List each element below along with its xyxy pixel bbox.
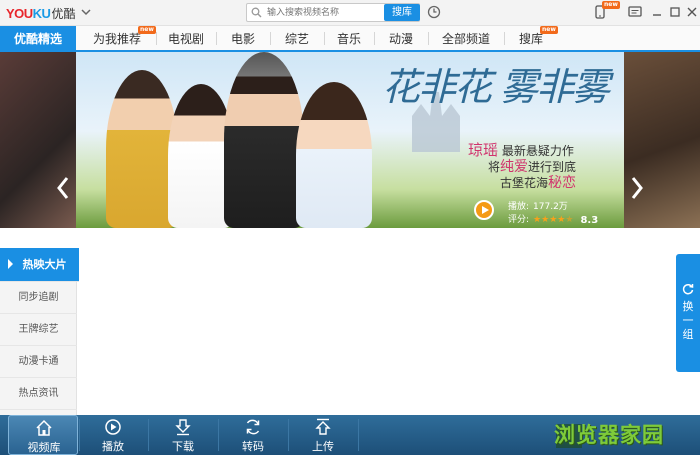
rating-label: 评分:	[508, 215, 530, 225]
minimize-icon[interactable]	[649, 4, 665, 20]
tab-movie[interactable]: 电影	[220, 26, 266, 50]
next-arrow-icon[interactable]	[630, 176, 644, 200]
sidebar-item-news[interactable]: 热点资讯	[0, 378, 77, 410]
rating-value: 8.3	[580, 215, 599, 226]
home-icon	[36, 419, 52, 436]
history-clock-icon[interactable]	[427, 5, 441, 19]
menu-dropdown-icon[interactable]	[80, 6, 92, 18]
search-button[interactable]: 搜库	[384, 4, 420, 21]
title-bar: YOUKU优酷 搜库 new	[0, 0, 700, 26]
sidebar-item-variety[interactable]: 王牌综艺	[0, 314, 77, 346]
toolbar-play-button[interactable]: 播放	[78, 415, 148, 455]
new-badge: new	[138, 26, 156, 34]
tab-anime[interactable]: 动漫	[378, 26, 424, 50]
tab-divider	[270, 32, 271, 45]
tab-divider	[374, 32, 375, 45]
caption-text: 将	[488, 160, 501, 174]
maximize-icon[interactable]	[667, 4, 683, 20]
logo-you-text: YOU	[6, 5, 33, 21]
swap-group-label: 换一组	[682, 300, 694, 341]
star-icon: ★	[541, 215, 550, 225]
rating-stars: ★★★★★	[533, 214, 573, 227]
logo-ku-text: KU	[32, 5, 51, 21]
toolbar-download-button[interactable]: 下载	[148, 415, 218, 455]
toolbar-divider	[358, 419, 359, 451]
close-icon[interactable]	[684, 4, 700, 20]
toolbar-label: 下载	[172, 440, 194, 453]
toolbar-label: 播放	[102, 440, 124, 453]
star-icon: ★	[565, 215, 574, 225]
tab-variety[interactable]: 综艺	[274, 26, 320, 50]
toolbar-upload-button[interactable]: 上传	[288, 415, 358, 455]
plays-value: 177.2万	[533, 202, 568, 212]
star-icon: ★	[533, 215, 542, 225]
search-input[interactable]	[267, 5, 379, 20]
play-button[interactable]	[474, 200, 494, 220]
tab-all-channels[interactable]: 全部频道	[432, 26, 500, 50]
new-badge: new	[540, 26, 558, 34]
actor-figure	[224, 52, 304, 228]
tab-divider	[428, 32, 429, 45]
upload-icon	[315, 418, 331, 435]
plays-label: 播放:	[508, 202, 530, 212]
play-icon	[105, 419, 121, 435]
youku-logo[interactable]: YOU KU 优酷	[6, 4, 75, 22]
new-badge: new	[602, 1, 620, 9]
tab-tv[interactable]: 电视剧	[160, 26, 212, 50]
tab-divider	[216, 32, 217, 45]
tab-music[interactable]: 音乐	[328, 26, 370, 50]
caption-text: 古堡花海	[500, 176, 549, 190]
refresh-icon	[682, 283, 694, 295]
toolbar-label: 上传	[312, 440, 334, 453]
category-tabs: 优酷精选 为我推荐 new 电视剧 电影 综艺 音乐 动漫 全部频道 搜库 ne…	[0, 26, 700, 52]
toolbar-label: 转码	[242, 440, 264, 453]
download-icon	[175, 419, 191, 436]
tab-featured[interactable]: 优酷精选	[0, 26, 76, 50]
convert-icon	[246, 419, 260, 435]
tab-divider	[156, 32, 157, 45]
toolbar-label: 视频库	[27, 441, 61, 454]
sidebar-item-anime[interactable]: 动漫卡通	[0, 346, 77, 378]
sidebar-item-drama[interactable]: 同步追剧	[0, 282, 77, 314]
logo-cn-text: 优酷	[51, 6, 76, 21]
prev-arrow-icon[interactable]	[56, 176, 70, 200]
actress-figure	[296, 82, 372, 228]
swap-group-button[interactable]: 换一组	[676, 254, 700, 372]
tab-divider	[504, 32, 505, 45]
sidebar: 热映大片 同步追剧 王牌综艺 动漫卡通 热点资讯	[0, 248, 79, 415]
next-banner-preview[interactable]	[624, 52, 700, 228]
star-icon: ★	[549, 215, 558, 225]
video-stats: 播放: 177.2万 评分: ★★★★★ 8.3	[508, 201, 598, 227]
toolbar-convert-button[interactable]: 转码	[218, 415, 288, 455]
star-icon: ★	[557, 215, 566, 225]
caption-accent: 秘恋	[548, 175, 577, 191]
prev-banner-preview[interactable]	[0, 52, 76, 228]
watermark: 浏览器家园	[554, 423, 664, 447]
toolbar-library-button[interactable]: 视频库	[8, 415, 78, 455]
sidebar-item-hot-movies[interactable]: 热映大片	[0, 248, 79, 282]
search-icon	[251, 7, 262, 18]
message-icon[interactable]	[627, 4, 643, 20]
tab-divider	[324, 32, 325, 45]
banner-caption: 古堡花海秘恋	[500, 172, 576, 192]
banner-title: 花非花 雾非雾	[382, 65, 610, 109]
